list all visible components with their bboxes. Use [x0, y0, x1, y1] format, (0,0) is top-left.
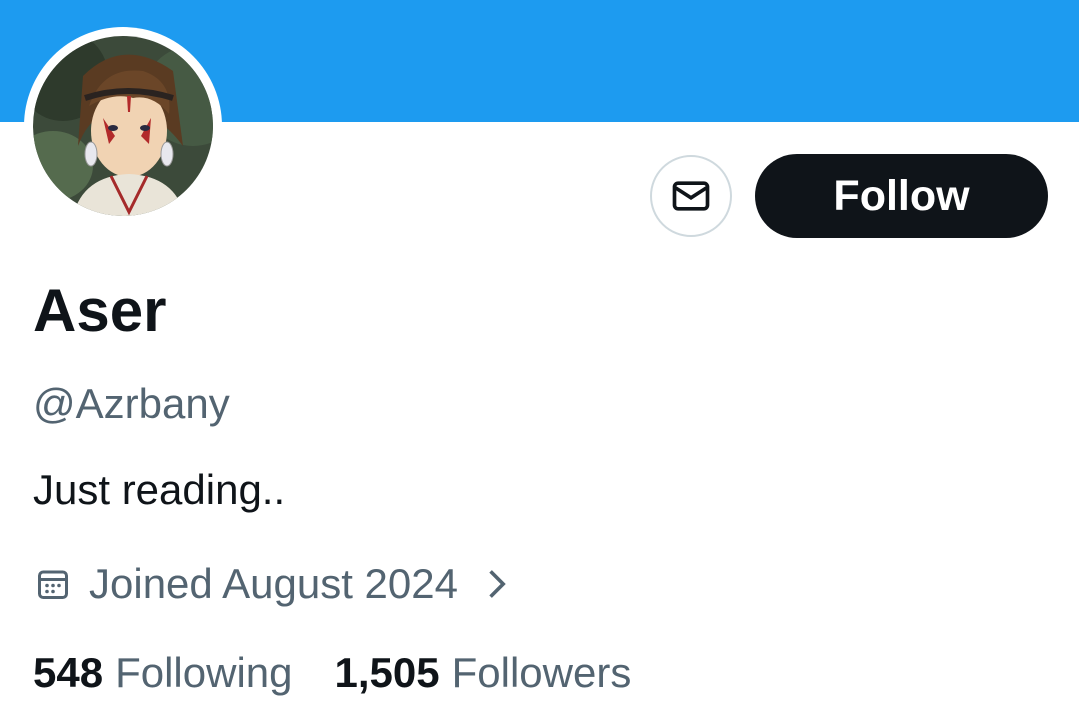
profile-header: Follow Aser @Azrbany Just reading.. Join…: [0, 0, 1079, 716]
following-link[interactable]: 548 Following: [33, 649, 293, 697]
calendar-icon: [35, 566, 71, 602]
followers-link[interactable]: 1,505 Followers: [335, 649, 632, 697]
joined-date-text: Joined August 2024: [89, 560, 458, 607]
follow-stats: 548 Following 1,505 Followers: [33, 645, 631, 701]
chevron-right-icon: [484, 566, 508, 602]
message-button[interactable]: [650, 155, 732, 237]
envelope-icon: [669, 174, 713, 218]
follow-button[interactable]: Follow: [755, 154, 1048, 238]
profile-bio: Just reading..: [33, 466, 286, 513]
avatar-ring: [24, 27, 222, 225]
following-count: 548: [33, 649, 104, 696]
joined-date-row[interactable]: Joined August 2024: [35, 556, 508, 612]
follow-button-label: Follow: [833, 171, 970, 220]
followers-count: 1,505: [334, 649, 440, 696]
avatar[interactable]: [33, 36, 213, 216]
display-name: Aser: [33, 277, 167, 344]
username-handle: @Azrbany: [33, 380, 230, 427]
following-label: Following: [115, 649, 293, 696]
followers-label: Followers: [451, 649, 632, 696]
